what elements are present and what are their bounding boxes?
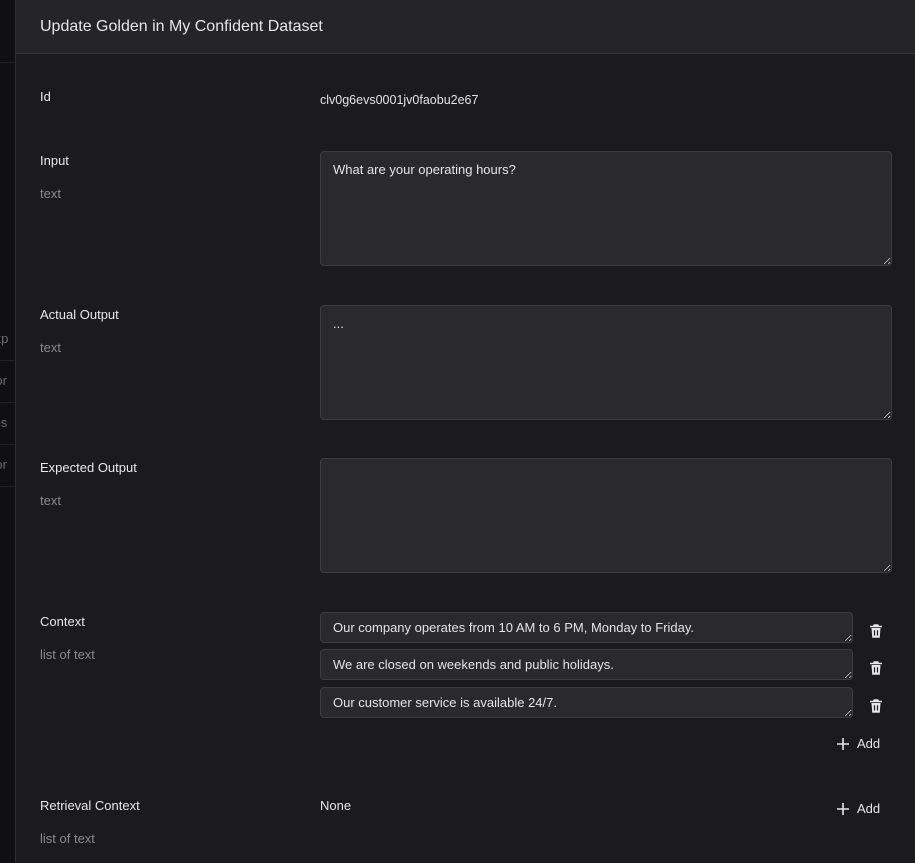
expected-output-textarea[interactable] (320, 458, 892, 573)
background-row[interactable]: Yes (0, 402, 15, 445)
trash-icon[interactable] (867, 659, 885, 677)
context-item-input[interactable] (320, 687, 853, 718)
background-column-header: Exp (0, 318, 15, 361)
background-table: Exp Nor Yes Nor (0, 0, 15, 863)
context-label: Context (40, 614, 85, 629)
retrieval-context-type: list of text (40, 831, 95, 846)
context-item-input[interactable] (320, 649, 853, 680)
input-label: Input (40, 153, 69, 168)
id-value: clv0g6evs0001jv0faobu2e67 (320, 93, 479, 107)
add-context-label: Add (857, 736, 881, 751)
input-textarea[interactable] (320, 151, 892, 266)
trash-icon[interactable] (867, 697, 885, 715)
background-row[interactable]: Nor (0, 360, 15, 403)
background-header (0, 0, 15, 63)
add-retrieval-context-button[interactable]: Add (836, 801, 880, 816)
plus-icon (837, 802, 849, 815)
context-item-input[interactable] (320, 612, 853, 643)
id-label: Id (40, 89, 51, 104)
retrieval-context-value: None (320, 798, 352, 813)
actual-output-label: Actual Output (40, 307, 119, 322)
actual-output-textarea[interactable] (320, 305, 892, 420)
add-retrieval-context-label: Add (857, 801, 881, 816)
input-type: text (40, 186, 61, 201)
expected-output-label: Expected Output (40, 460, 137, 475)
context-type: list of text (40, 647, 95, 662)
plus-icon (837, 737, 849, 750)
expected-output-type: text (40, 493, 61, 508)
background-row[interactable]: Nor (0, 444, 15, 487)
add-context-button[interactable]: Add (836, 736, 880, 751)
drawer-title: Update Golden in My Confident Dataset (40, 17, 323, 35)
actual-output-type: text (40, 340, 61, 355)
trash-icon[interactable] (867, 622, 885, 640)
update-golden-drawer: Update Golden in My Confident Dataset Id… (15, 0, 915, 863)
retrieval-context-label: Retrieval Context (40, 798, 140, 813)
drawer-header: Update Golden in My Confident Dataset (16, 0, 915, 54)
